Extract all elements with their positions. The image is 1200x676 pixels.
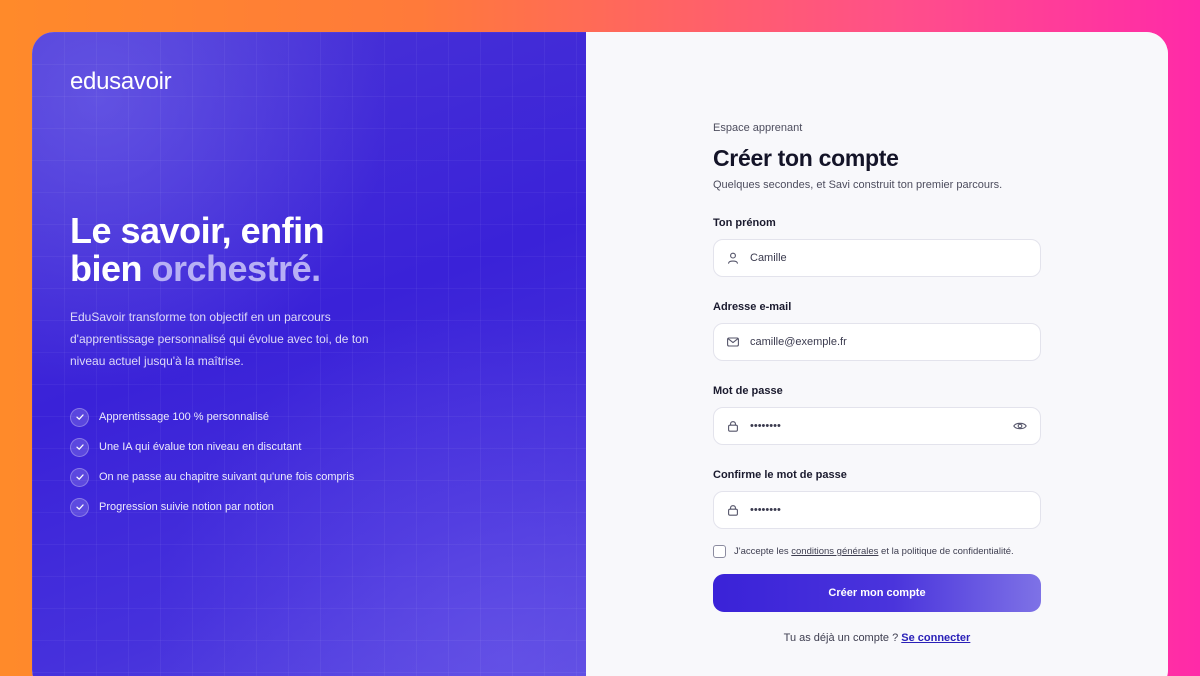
feature-item: On ne passe au chapitre suivant qu'une f… [70, 462, 354, 492]
feature-item: Apprentissage 100 % personnalisé [70, 402, 354, 432]
email-label: Adresse e-mail [713, 301, 792, 313]
form-subtitle: Quelques secondes, et Savi construit ton… [713, 179, 1003, 191]
lead-paragraph: EduSavoir transforme ton objectif en un … [70, 310, 369, 368]
create-account-button[interactable]: Créer mon compte [713, 574, 1041, 612]
form-eyebrow: Espace apprenant [713, 122, 803, 134]
terms-text: J'accepte les conditions générales et la… [734, 546, 1014, 557]
signup-panel: Espace apprenant Créer ton compte Quelqu… [586, 32, 1168, 676]
firstname-field[interactable] [713, 239, 1041, 277]
logo: edusavoir [70, 68, 172, 95]
hero-line-2: bien orchestré. [70, 248, 321, 289]
signin-link[interactable]: Se connecter [901, 632, 970, 644]
email-field[interactable] [713, 323, 1041, 361]
password-label: Mot de passe [713, 385, 783, 397]
eye-icon[interactable] [1012, 418, 1028, 434]
firstname-label: Ton prénom [713, 217, 776, 229]
check-icon [70, 407, 89, 427]
feature-text: On ne passe au chapitre suivant qu'une f… [99, 471, 355, 483]
terms-checkbox[interactable] [713, 545, 726, 558]
hero-heading: Le savoir, enfin bien orchestré. [70, 210, 325, 289]
password-input[interactable] [750, 420, 1012, 432]
signin-prompt: Tu as déjà un compte ? Se connecter [783, 632, 971, 644]
hero-line-1: Le savoir, enfin [70, 210, 325, 251]
password-field[interactable] [713, 407, 1041, 445]
hero-accent: orchestré. [151, 248, 322, 289]
feature-item: Une IA qui évalue ton niveau en discutan… [70, 432, 354, 462]
page-title: Créer ton compte [713, 145, 899, 171]
feature-list: Apprentissage 100 % personnalisé Une IA … [70, 402, 354, 522]
app-window: edusavoir Le savoir, enfin bien orchestr… [32, 32, 1168, 676]
check-icon [70, 497, 89, 517]
check-icon [70, 437, 89, 457]
feature-text: Une IA qui évalue ton niveau en discutan… [99, 441, 302, 453]
confirm-password-input[interactable] [750, 504, 1028, 516]
terms-link[interactable]: conditions générales [791, 546, 878, 557]
user-icon [726, 251, 740, 265]
firstname-input[interactable] [750, 252, 1028, 264]
signup-form: Espace apprenant Créer ton compte Quelqu… [713, 122, 1041, 644]
feature-text: Progression suivie notion par notion [99, 501, 274, 513]
mail-icon [726, 335, 740, 349]
feature-item: Progression suivie notion par notion [70, 492, 354, 522]
confirm-password-field[interactable] [713, 491, 1041, 529]
feature-text: Apprentissage 100 % personnalisé [99, 411, 270, 423]
confirm-password-label: Confirme le mot de passe [713, 469, 847, 481]
lock-icon [726, 503, 740, 517]
lock-icon [726, 419, 740, 433]
brand-panel: edusavoir Le savoir, enfin bien orchestr… [32, 32, 586, 676]
check-icon [70, 467, 89, 487]
terms-row[interactable]: J'accepte les conditions générales et la… [713, 545, 1041, 558]
email-input[interactable] [750, 336, 1028, 348]
